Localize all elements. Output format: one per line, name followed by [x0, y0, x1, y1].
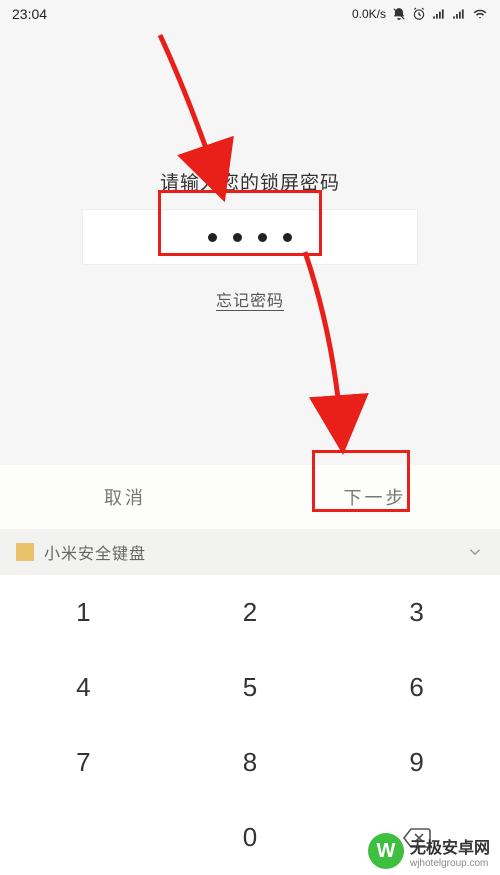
key-8[interactable]: 8 — [167, 725, 334, 800]
watermark-logo: W — [368, 833, 404, 869]
dnd-icon — [392, 7, 406, 21]
keyboard-title: 小米安全键盘 — [44, 540, 146, 564]
prompt-text: 请输入您的锁屏密码 — [0, 168, 500, 195]
key-7[interactable]: 7 — [0, 725, 167, 800]
pw-dot — [233, 233, 242, 242]
password-dots — [208, 233, 292, 242]
key-5[interactable]: 5 — [167, 650, 334, 725]
signal-icon — [432, 7, 446, 21]
status-time: 23:04 — [12, 6, 47, 22]
next-button[interactable]: 下一步 — [250, 465, 500, 529]
watermark-title: 无极安卓网 — [410, 834, 490, 858]
network-speed: 0.0K/s — [352, 7, 386, 21]
wifi-icon — [472, 7, 488, 21]
key-9[interactable]: 9 — [333, 725, 500, 800]
key-2[interactable]: 2 — [167, 575, 334, 650]
alarm-icon — [412, 7, 426, 21]
key-empty-left — [0, 800, 167, 875]
pw-dot — [258, 233, 267, 242]
key-0[interactable]: 0 — [167, 800, 334, 875]
pw-dot — [283, 233, 292, 242]
status-bar: 23:04 0.0K/s — [0, 0, 500, 28]
watermark-text: 无极安卓网 wjhotelgroup.com — [410, 834, 490, 869]
key-3[interactable]: 3 — [333, 575, 500, 650]
keyboard-header: 小米安全键盘 — [0, 529, 500, 575]
key-1[interactable]: 1 — [0, 575, 167, 650]
watermark-url: wjhotelgroup.com — [410, 858, 490, 869]
signal-icon-2 — [452, 7, 466, 21]
keyboard-app-icon — [16, 543, 34, 561]
chevron-down-icon[interactable] — [466, 543, 484, 561]
status-right: 0.0K/s — [352, 7, 488, 21]
forgot-password-link[interactable]: 忘记密码 — [0, 287, 500, 311]
watermark: W 无极安卓网 wjhotelgroup.com — [368, 833, 490, 869]
key-4[interactable]: 4 — [0, 650, 167, 725]
pw-dot — [208, 233, 217, 242]
numeric-keypad: 1 2 3 4 5 6 7 8 9 0 — [0, 575, 500, 875]
cancel-button[interactable]: 取消 — [0, 465, 250, 529]
password-input[interactable] — [82, 209, 418, 265]
key-6[interactable]: 6 — [333, 650, 500, 725]
action-row: 取消 下一步 — [0, 465, 500, 529]
